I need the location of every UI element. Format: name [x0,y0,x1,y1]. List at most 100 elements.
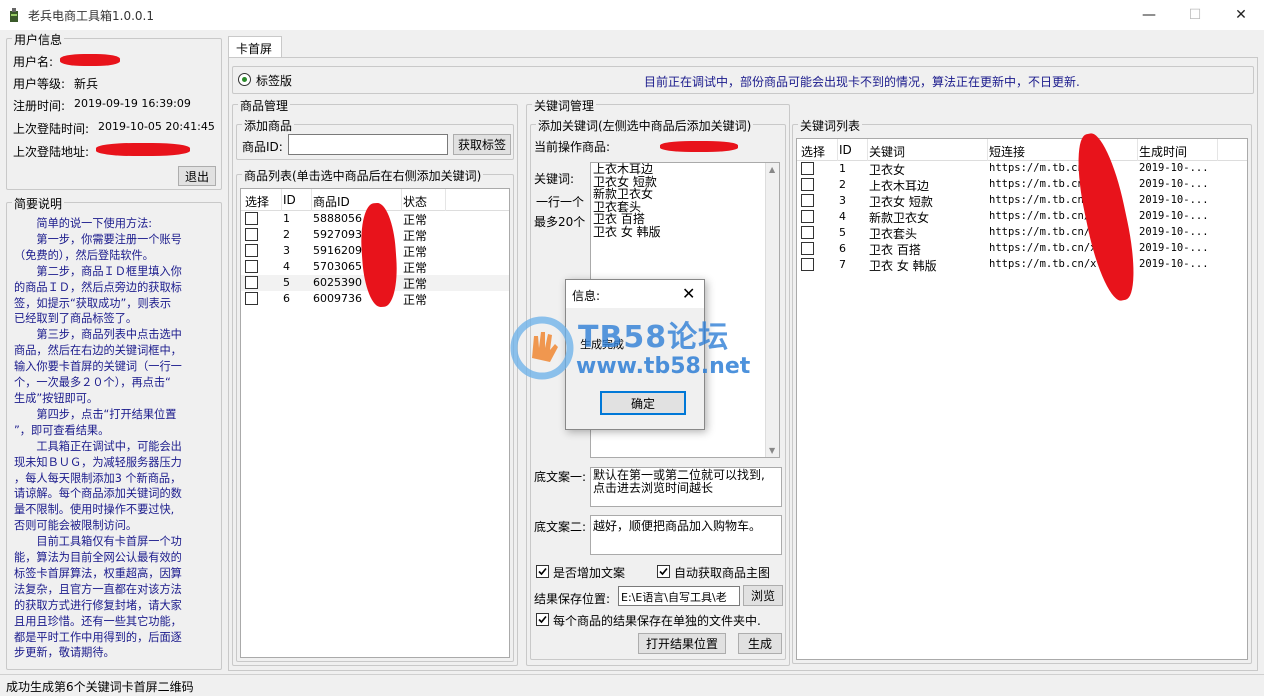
close-button[interactable]: ✕ [1218,0,1264,30]
minimize-button[interactable]: — [1126,0,1172,30]
table-row[interactable]: 4 新款卫衣女 https://m.tb.cn/x. 2019-10-... [797,209,1247,225]
table-row[interactable]: 3 卫衣女 短款 https://m.tb.cn/x. 2019-10-... [797,193,1247,209]
one-per-line-label: 一行一个 [536,195,585,209]
maximize-button[interactable]: ☐ [1172,0,1218,30]
intro-line: 目前工具箱仅有卡首屏一个功 [14,535,182,549]
max-20-label: 最多20个 [534,215,586,229]
keyword-table[interactable]: 选择 ID 关键词 短连接 生成时间 1 卫衣女 https://m.tb.cn/x. 201… [796,138,1248,660]
intro-line: 步更新，敬请期待。 [14,646,115,660]
intro-text: 简单的说一下使用方法: 第一步，你需要注册一个账号 （免费的），然后登陆软件。 第… [14,216,218,661]
tab-card-first-screen[interactable]: 卡首屏 [228,36,282,58]
separate-folder-checkbox[interactable] [536,613,549,626]
row-checkbox[interactable] [801,162,814,175]
watermark-title: TB58论坛 [578,320,730,355]
keyword-column-header[interactable]: 选择 [801,143,825,160]
intro-line: 已经取到了商品标签了。 [14,312,138,326]
separate-folder-label: 每个商品的结果保存在单独的文件夹中. [553,614,761,628]
row-checkbox[interactable] [801,258,814,271]
product-id-input[interactable] [288,134,448,155]
row-checkbox[interactable] [801,194,814,207]
intro-line: 且用且珍惜。还有一些其它功能， [14,614,182,628]
row-id: 2 [283,228,290,241]
bottom-copy-1-input[interactable]: 默认在第一或第二位就可以找到, 点击进去浏览时间越长 [590,467,782,507]
add-product-label: 添加商品 [242,117,295,134]
save-path-input[interactable]: E:\E语言\自写工具\老 [618,586,740,606]
add-copy-checkbox[interactable] [536,565,549,578]
row-checkbox[interactable] [801,178,814,191]
username-label: 用户名: [13,55,54,69]
tag-version-label: 标签版 [256,74,293,88]
table-row[interactable]: 5 卫衣套头 https://m.tb.cn/x. 2019-10-... [797,225,1247,241]
row-checkbox[interactable] [245,260,258,273]
save-path-label: 结果保存位置: [534,592,611,606]
intro-line: 都是平时工作中用得到的，后面逐 [14,630,182,644]
intro-line: 第四步，点击“打开结果位置 [14,407,177,421]
row-checkbox[interactable] [801,226,814,239]
browse-button[interactable]: 浏览 [743,585,783,606]
row-keyword: 卫衣女 短款 [869,195,933,209]
row-keyword: 卫衣 女 韩版 [869,259,937,273]
intro-line: 否则可能会被限制访问。 [14,519,138,533]
intro-line: （免费的），然后登陆软件。 [14,248,154,262]
table-row[interactable]: 7 卫衣 女 韩版 https://m.tb.cn/x. 2019-10-... [797,257,1247,273]
row-checkbox[interactable] [245,228,258,241]
product-column-header[interactable]: 选择 [245,193,269,210]
level-value: 新兵 [74,77,99,91]
intro-line: 第一步，你需要注册一个账号 [14,232,182,246]
last-login-label: 上次登陆时间: [13,122,90,136]
dialog-close-icon[interactable]: ✕ [682,284,695,303]
keyword-column-header[interactable]: 关键词 [869,143,905,160]
status-text: 成功生成第6个关键词卡首屏二维码 [6,680,194,694]
table-row[interactable]: 1 卫衣女 https://m.tb.cn/x. 2019-10-... [797,161,1247,177]
bottom-copy-2-input[interactable]: 越好，顺便把商品加入购物车。 [590,515,782,555]
column-divider [987,139,988,161]
row-keyword: 新款卫衣女 [869,211,930,225]
table-row[interactable]: 6 卫衣 百搭 https://m.tb.cn/x. 2019-10-... [797,241,1247,257]
auto-image-label: 自动获取商品主图 [674,566,771,580]
intro-line: ”，即可查看结果。 [14,423,110,437]
get-tag-button[interactable]: 获取标签 [453,134,511,155]
row-created-time: 2019-10-... [1139,194,1209,206]
column-divider [401,189,402,211]
keyword-line: 卫衣 百搭 [593,212,645,226]
dialog-ok-button[interactable]: 确定 [600,391,686,415]
column-divider [1217,139,1218,161]
intro-line: 商品，然后在右边的关键词框中， [14,344,182,358]
row-id: 3 [283,244,290,257]
title-bar: 老兵电商工具箱1.0.0.1 — ☐ ✕ [0,0,1264,30]
auto-image-checkbox[interactable] [657,565,670,578]
row-checkbox[interactable] [245,212,258,225]
add-copy-label: 是否增加文案 [553,566,626,580]
tag-version-radio[interactable] [238,73,251,86]
row-keyword: 上衣木耳边 [869,179,930,193]
scroll-up-icon[interactable]: ▲ [769,165,775,174]
product-column-header[interactable]: ID [283,193,296,207]
open-result-button[interactable]: 打开结果位置 [638,633,726,654]
bottom-copy-1-label: 底文案一: [534,470,587,484]
row-status: 正常 [403,261,428,275]
logout-button[interactable]: 退出 [178,166,216,186]
generate-button[interactable]: 生成 [738,633,782,654]
keyword-column-header[interactable]: 生成时间 [1139,143,1187,160]
intro-line: 第二步，商品ＩＤ框里填入你 [14,264,182,278]
row-created-time: 2019-10-... [1139,258,1209,270]
product-column-header[interactable]: 状态 [403,193,427,210]
scroll-down-icon[interactable]: ▼ [769,446,775,455]
row-product-id: 5927093 [313,228,362,241]
status-bar: 成功生成第6个关键词卡首屏二维码 [0,674,1264,696]
row-checkbox[interactable] [245,244,258,257]
row-checkbox[interactable] [801,210,814,223]
keyword-scrollbar[interactable]: ▲ ▼ [765,163,779,457]
column-divider [1137,139,1138,161]
row-id: 5 [839,226,846,239]
product-column-header[interactable]: 商品ID [313,193,350,210]
row-id: 4 [283,260,290,273]
row-status: 正常 [403,213,428,227]
row-checkbox[interactable] [801,242,814,255]
row-checkbox[interactable] [245,292,258,305]
intro-line: 输入你要卡首屏的关键词（一行一 [14,360,182,374]
keyword-column-header[interactable]: 短连接 [989,143,1025,160]
keyword-column-header[interactable]: ID [839,143,852,157]
table-row[interactable]: 2 上衣木耳边 https://m.tb.cn/x. 2019-10-... [797,177,1247,193]
row-checkbox[interactable] [245,276,258,289]
